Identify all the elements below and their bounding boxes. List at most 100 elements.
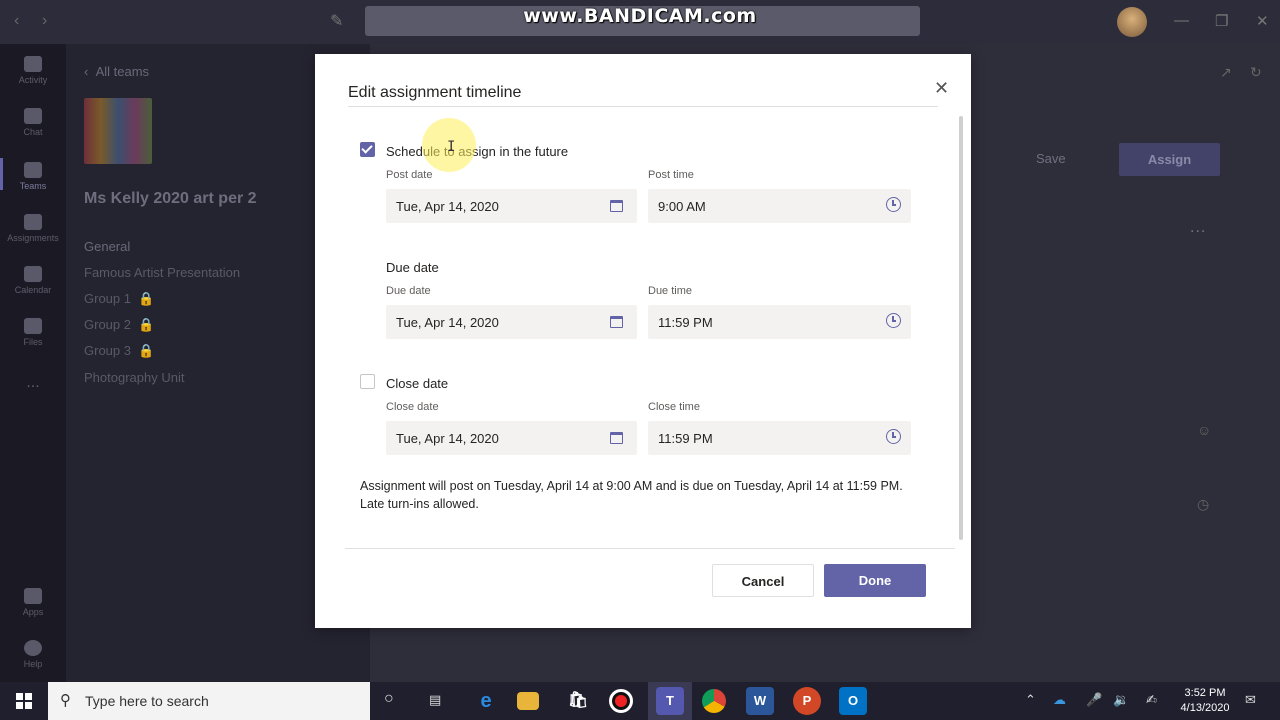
edit-timeline-dialog: Edit assignment timeline ✕ Schedule to a… [315,54,971,628]
due-date-field[interactable]: Tue, Apr 14, 2020 [386,305,637,339]
record-icon[interactable] [609,689,633,713]
add-person-icon[interactable]: ☺ [1197,422,1211,438]
close-date-field[interactable]: Tue, Apr 14, 2020 [386,421,637,455]
team-image [84,98,152,164]
files-icon [24,318,42,334]
save-button[interactable]: Save [1036,151,1066,166]
close-icon[interactable]: ✕ [934,78,949,99]
bandicam-watermark: www.BANDICAM.com [523,5,757,27]
rail-item-calendar[interactable]: Calendar [0,266,66,295]
all-teams-link[interactable]: ‹ All teams [84,64,149,79]
close-time-field[interactable]: 11:59 PM [648,421,911,455]
done-button[interactable]: Done [824,564,926,597]
channel-item[interactable]: Group 1 🔒 [84,291,154,307]
close-date-label: Close date [386,401,439,413]
channel-item[interactable]: Photography Unit [84,370,184,385]
taskbar: ⚲ Type here to search ○ ▤ e 🛍 T W P O ⌃ … [0,682,1280,720]
outlook-icon[interactable]: O [839,687,867,715]
rail-item-apps[interactable]: Apps [0,588,66,617]
rail-label: Calendar [14,285,52,295]
rail-item-files[interactable]: Files [0,318,66,347]
teams-icon [24,162,42,178]
rail-item-assignments[interactable]: Assignments [0,214,66,243]
calendar-icon[interactable] [610,432,623,444]
channel-item[interactable]: Famous Artist Presentation [84,265,240,280]
store-icon[interactable]: 🛍 [564,687,592,715]
search-icon: ⚲ [60,692,71,709]
volume-icon[interactable]: 🔉 [1113,692,1129,708]
cancel-button[interactable]: Cancel [712,564,814,597]
rail-label: Help [23,659,43,669]
rail-item-help[interactable]: Help [0,640,66,669]
rail-label: Activity [18,75,48,85]
onedrive-icon[interactable]: ☁ [1053,692,1066,708]
clock-display[interactable]: 3:52 PM 4/13/2020 [1176,686,1234,716]
apps-icon [24,588,42,604]
channel-item[interactable]: General [84,239,130,254]
all-teams-label: All teams [95,64,150,79]
close-date-value: Tue, Apr 14, 2020 [396,431,499,446]
divider [345,548,955,549]
more-icon: ... [26,374,40,391]
refresh-icon[interactable]: ↻ [1250,64,1262,81]
chat-icon [24,108,42,124]
edge-icon[interactable]: e [472,687,500,715]
rail-label: Teams [19,181,47,191]
rail-item-activity[interactable]: Activity [0,56,66,85]
post-date-value: Tue, Apr 14, 2020 [396,199,499,214]
clock-icon[interactable]: ◷ [1197,496,1209,513]
rail-more[interactable]: ... [0,374,66,392]
lock-icon: 🔒 [134,317,155,332]
scrollbar[interactable] [959,116,963,540]
powerpoint-icon[interactable]: P [793,687,821,715]
chrome-icon[interactable] [702,689,726,713]
due-time-value: 11:59 PM [658,315,713,330]
post-time-label: Post time [648,169,694,181]
lock-icon: 🔒 [134,343,155,358]
rail-label: Chat [23,127,43,137]
expand-icon[interactable]: ↗ [1220,64,1232,81]
teams-app-icon[interactable]: T [656,687,684,715]
close-time-value: 11:59 PM [658,431,713,446]
rail-item-teams[interactable]: Teams [0,158,66,191]
calendar-icon[interactable] [610,316,623,328]
channel-label: Group 1 [84,291,131,306]
channel-label: Group 3 [84,343,131,358]
bell-icon [24,56,42,72]
notifications-icon[interactable]: ✉ [1245,692,1256,708]
post-time-field[interactable]: 9:00 AM [648,189,911,223]
due-heading: Due date [386,260,439,275]
rail-label: Apps [22,607,44,617]
active-indicator [0,158,3,190]
due-time-field[interactable]: 11:59 PM [648,305,911,339]
due-date-label: Due date [386,285,431,297]
chevron-up-icon[interactable]: ⌃ [1025,692,1036,708]
clock-icon[interactable] [886,197,901,212]
lock-icon: 🔒 [134,291,155,306]
close-date-checkbox[interactable] [360,374,375,389]
windows-start-icon[interactable] [16,693,32,709]
rail-label: Assignments [7,233,59,243]
channel-item[interactable]: Group 2 🔒 [84,317,154,333]
text-cursor-icon: I [447,139,456,155]
file-explorer-icon[interactable] [517,692,539,710]
task-view-icon[interactable]: ▤ [429,692,441,708]
microphone-icon[interactable]: 🎤 [1086,692,1102,708]
timeline-summary: Assignment will post on Tuesday, April 1… [360,479,903,511]
channel-item[interactable]: Group 3 🔒 [84,343,154,359]
pen-icon[interactable]: ✍ [1146,692,1157,708]
rail-item-chat[interactable]: Chat [0,108,66,137]
clock-icon[interactable] [886,313,901,328]
schedule-checkbox[interactable] [360,142,375,157]
clock-icon[interactable] [886,429,901,444]
post-date-field[interactable]: Tue, Apr 14, 2020 [386,189,637,223]
close-time-label: Close time [648,401,700,413]
time-text: 3:52 PM [1184,687,1226,699]
word-icon[interactable]: W [746,687,774,715]
taskbar-search[interactable]: ⚲ Type here to search [48,682,370,720]
cortana-icon[interactable]: ○ [384,690,394,708]
calendar-icon[interactable] [610,200,623,212]
more-options-icon[interactable]: ... [1190,219,1206,237]
dialog-title: Edit assignment timeline [348,84,522,101]
assign-button[interactable]: Assign [1119,143,1220,176]
